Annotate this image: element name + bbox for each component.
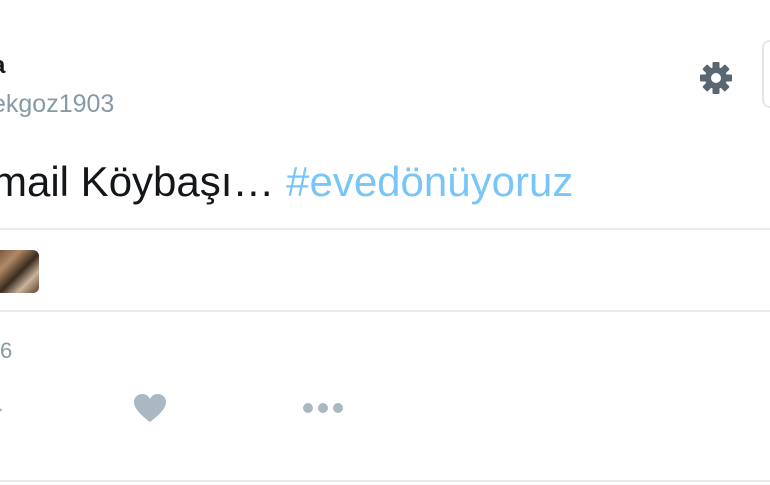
tweet-date: 6 [0, 338, 13, 363]
divider [0, 228, 770, 230]
more-dots-icon[interactable] [300, 398, 346, 418]
follow-button[interactable] [762, 40, 770, 108]
heart-icon[interactable] [133, 394, 167, 424]
divider [0, 310, 770, 312]
media-thumbnail[interactable] [0, 250, 39, 293]
author-name[interactable]: a [0, 52, 5, 80]
gear-icon[interactable] [694, 58, 738, 98]
tweet-text: mail Köybaşı… #evedönüyoruz [0, 158, 573, 206]
hashtag-link[interactable]: #evedönüyoruz [286, 158, 573, 205]
author-handle[interactable]: ekgoz1903 [0, 90, 114, 119]
divider [0, 480, 770, 482]
reply-icon[interactable] [0, 396, 4, 420]
tweet-body: mail Köybaşı… [0, 158, 287, 205]
